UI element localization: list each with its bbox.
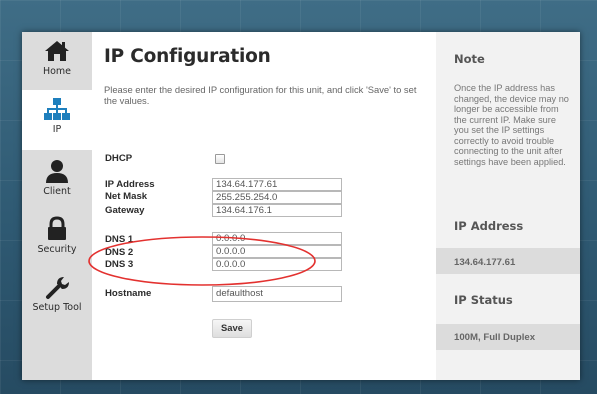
gateway-label: Gateway: [105, 205, 145, 216]
ip-address-label: IP Address: [105, 179, 155, 190]
sidebar-item-ip[interactable]: IP: [22, 90, 92, 150]
sidebar-item-setup-tool[interactable]: Setup Tool: [22, 268, 92, 326]
main-panel: IP Configuration Please enter the desire…: [92, 32, 436, 380]
right-panel: Note Once the IP address has changed, th…: [436, 32, 580, 380]
hostname-label: Hostname: [105, 288, 152, 299]
gateway-field[interactable]: 134.64.176.1: [212, 204, 342, 217]
sidebar-item-client[interactable]: Client: [22, 152, 92, 210]
wrench-icon: [46, 277, 69, 299]
network-icon: [44, 98, 70, 120]
sidebar: Home IP Client Security Setup Tool: [22, 32, 92, 380]
sidebar-item-label: Security: [37, 244, 77, 255]
sidebar-item-security[interactable]: Security: [22, 210, 92, 268]
user-icon: [46, 160, 68, 183]
ip-address-field[interactable]: 134.64.177.61: [212, 178, 342, 191]
page-title: IP Configuration: [104, 46, 271, 67]
sidebar-item-label: IP: [52, 124, 62, 135]
sidebar-item-home[interactable]: Home: [22, 32, 92, 90]
lock-icon: [48, 216, 66, 240]
sidebar-item-label: Home: [42, 66, 72, 77]
dhcp-label: DHCP: [105, 153, 133, 164]
sidebar-item-label: Setup Tool: [32, 302, 82, 313]
sidebar-item-label: Client: [43, 186, 71, 197]
dhcp-checkbox[interactable]: [215, 154, 225, 164]
save-button[interactable]: Save: [212, 319, 252, 338]
hostname-field[interactable]: defaulthost: [212, 286, 342, 302]
ip-status-value: 100M, Full Duplex: [454, 332, 536, 343]
ip-address-heading: IP Address: [454, 219, 524, 233]
note-text: Once the IP address has changed, the dev…: [454, 83, 569, 167]
home-icon: [45, 41, 69, 61]
annotation-ellipse: [88, 236, 316, 286]
net-mask-label: Net Mask: [105, 191, 148, 202]
ip-address-value: 134.64.177.61: [454, 257, 516, 268]
note-heading: Note: [454, 52, 485, 66]
net-mask-field[interactable]: 255.255.254.0: [212, 191, 342, 204]
ip-status-heading: IP Status: [454, 293, 513, 307]
intro-text: Please enter the desired IP configuratio…: [104, 84, 417, 106]
